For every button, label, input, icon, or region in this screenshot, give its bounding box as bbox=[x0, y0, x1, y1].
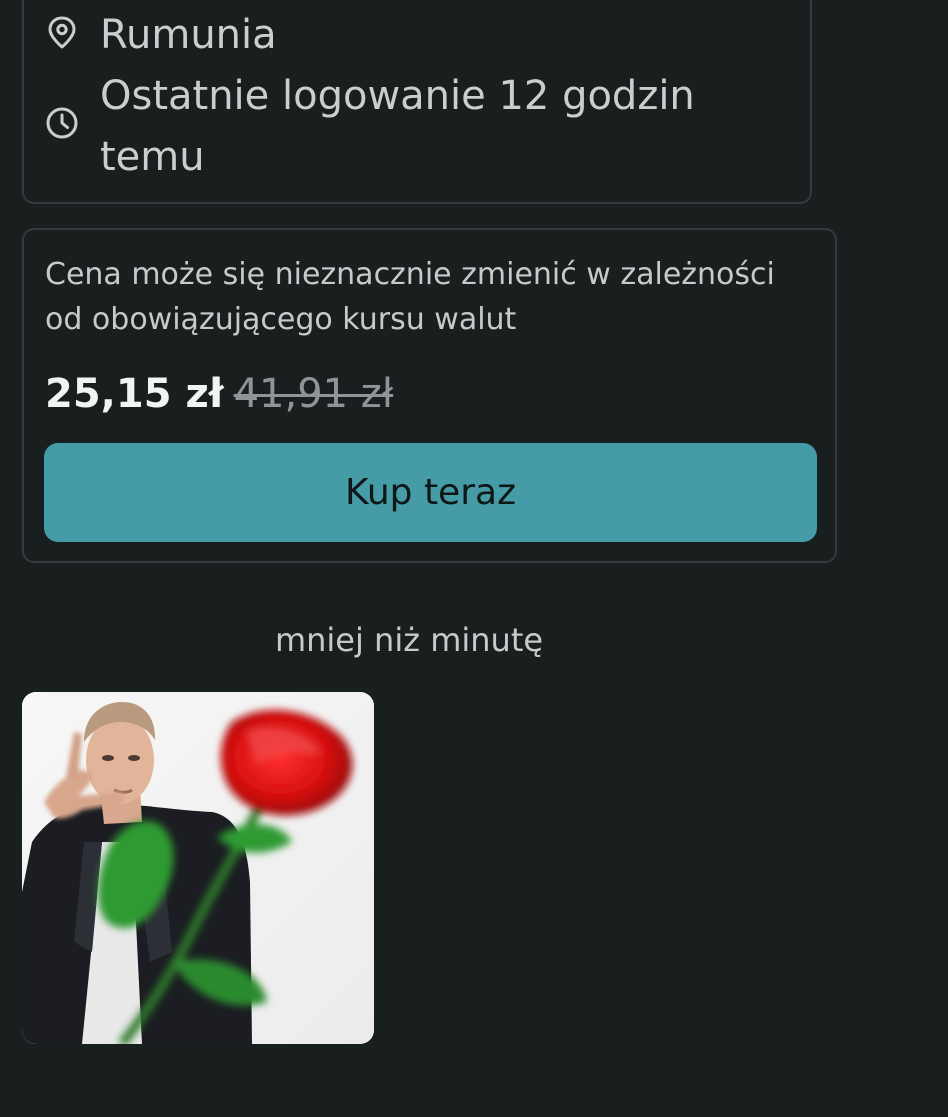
message-image[interactable] bbox=[22, 692, 374, 1044]
clock-icon bbox=[45, 106, 79, 140]
exchange-rate-note-line2: od obowiązującego kursu walut bbox=[45, 302, 517, 337]
buy-now-button[interactable]: Kup teraz bbox=[44, 443, 817, 542]
price-row: 25,15 zł 41,91 zł bbox=[45, 366, 393, 422]
last-login-text-continued: temu bbox=[100, 134, 205, 180]
location-pin-icon bbox=[45, 16, 79, 50]
seller-location: Rumunia bbox=[100, 12, 277, 58]
exchange-rate-note: Cena może się nieznacznie zmienić w zale… bbox=[45, 252, 825, 342]
message-timestamp: mniej niż minutę bbox=[274, 621, 544, 659]
seller-info-card: Rumunia Ostatnie logowanie 12 godzin tem… bbox=[22, 0, 812, 204]
price-card: Cena może się nieznacznie zmienić w zale… bbox=[22, 228, 837, 563]
last-login-text: Ostatnie logowanie 12 godzin bbox=[100, 73, 695, 119]
old-price: 41,91 zł bbox=[233, 371, 394, 417]
exchange-rate-note-line1: Cena może się nieznacznie zmienić w zale… bbox=[45, 257, 775, 292]
man-with-rose-image bbox=[22, 692, 374, 1044]
current-price: 25,15 zł bbox=[45, 371, 224, 417]
